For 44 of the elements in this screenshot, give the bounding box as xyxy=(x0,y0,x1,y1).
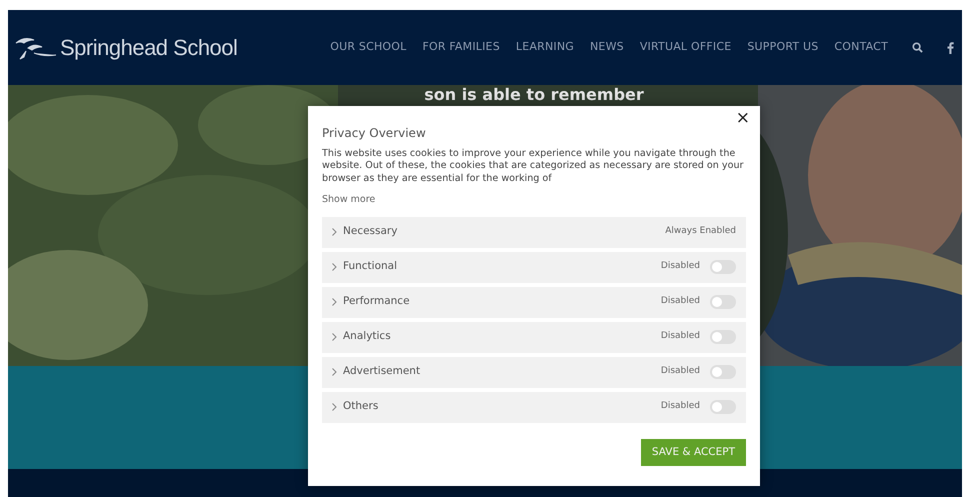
category-status: Disabled xyxy=(660,295,700,308)
chevron-icon xyxy=(332,368,337,376)
category-row[interactable]: Performance Disabled xyxy=(322,286,746,318)
toggle-switch[interactable] xyxy=(710,260,736,274)
nav-link-item[interactable]: FOR FAMILIES xyxy=(422,39,500,56)
toggle-switch[interactable] xyxy=(710,400,736,414)
category-label: Advertisement xyxy=(343,364,420,380)
toggle-switch[interactable] xyxy=(710,295,736,310)
chevron-icon xyxy=(332,263,337,272)
category-row[interactable]: Necessary Always Enabled xyxy=(322,216,746,248)
category-status: Disabled xyxy=(660,330,700,344)
category-status: Always Enabled xyxy=(665,225,736,238)
nav-link-item[interactable]: LEARNING xyxy=(516,39,574,56)
privacy-description: This website uses cookies to improve your experience while you navigate through the website. Out of these, the cookies that are categorized as necessary are stored on your browser as they are essential for the working of xyxy=(322,148,744,186)
modal-title: Privacy Overview xyxy=(322,125,427,142)
category-label: Analytics xyxy=(343,329,391,344)
category-row[interactable]: Functional Disabled xyxy=(322,252,746,283)
category-status: Disabled xyxy=(660,365,700,378)
category-status: Disabled xyxy=(660,260,700,274)
category-label: Performance xyxy=(343,294,410,310)
category-row[interactable]: Advertisement Disabled xyxy=(322,356,746,388)
nav-link-item[interactable]: CONTACT xyxy=(834,39,888,56)
category-label: Others xyxy=(343,399,378,414)
category-label: Necessary xyxy=(343,224,398,240)
chevron-icon xyxy=(332,228,337,236)
chevron-icon xyxy=(332,298,337,306)
search-icon[interactable] xyxy=(912,42,923,53)
toggle-switch[interactable] xyxy=(710,365,736,380)
category-row[interactable]: Analytics Disabled xyxy=(322,322,746,353)
nav-link-item[interactable]: VIRTUAL OFFICE xyxy=(640,39,732,56)
nav-link-item[interactable]: SUPPORT US xyxy=(747,39,818,56)
category-label: Functional xyxy=(343,259,398,274)
category-status: Disabled xyxy=(660,400,700,414)
chevron-icon xyxy=(332,403,337,412)
close-button[interactable]: × xyxy=(736,110,750,127)
toggle-switch[interactable] xyxy=(710,330,736,344)
facebook-icon[interactable] xyxy=(947,42,954,54)
school-logo-text[interactable]: Springhead School xyxy=(60,31,238,64)
hero-headline: son is able to remember xyxy=(423,86,645,104)
nav-link-item[interactable]: NEWS xyxy=(590,39,624,56)
category-row[interactable]: Others Disabled xyxy=(322,392,746,423)
chevron-icon xyxy=(332,333,337,342)
nav-link-item[interactable]: OUR SCHOOL xyxy=(330,39,406,56)
show-more-link[interactable]: Show more xyxy=(322,193,376,208)
